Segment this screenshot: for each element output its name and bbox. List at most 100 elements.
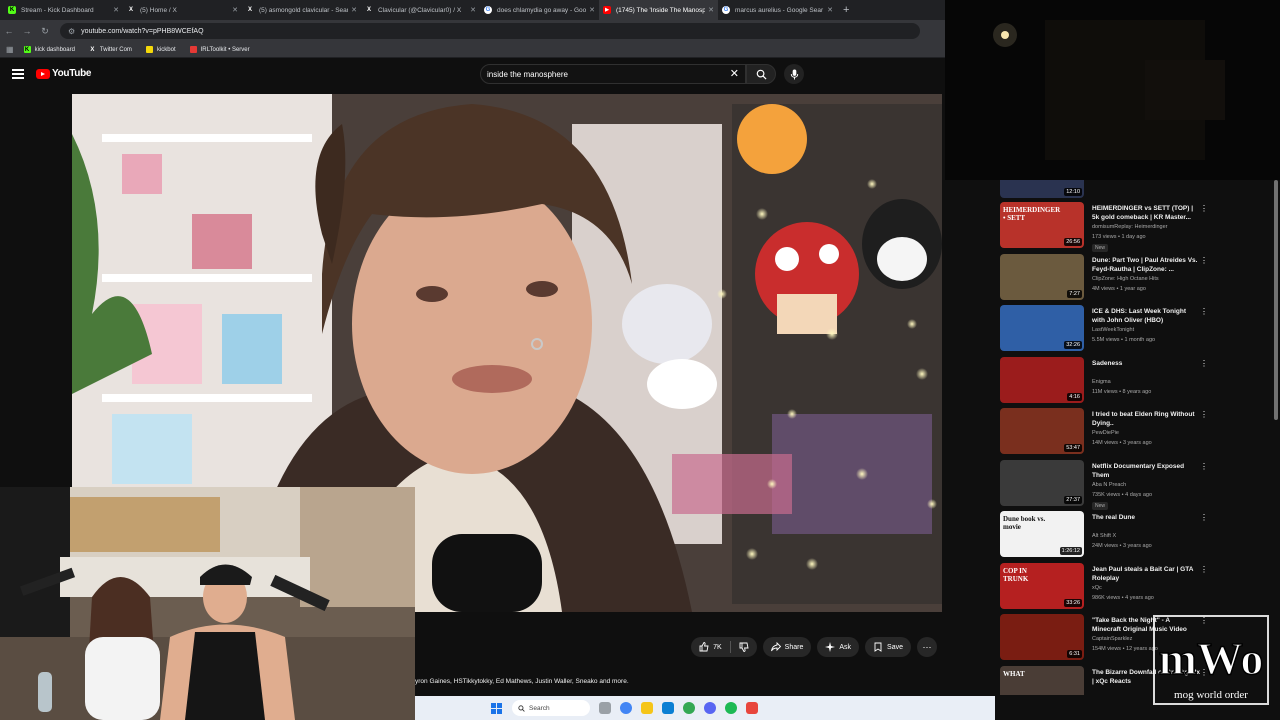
more-vertical-icon[interactable]: ⋮ xyxy=(1200,513,1208,522)
browser-tab[interactable]: ▶ (1745) The 'Inside The Manosp ✕ xyxy=(599,0,718,20)
more-vertical-icon[interactable]: ⋮ xyxy=(1200,204,1208,213)
video-thumbnail[interactable]: WHAT xyxy=(1000,665,1084,695)
close-tab-icon[interactable]: ✕ xyxy=(827,6,833,14)
spotify-icon[interactable] xyxy=(725,702,737,714)
video-thumbnail[interactable]: 53:47 xyxy=(1000,408,1084,454)
files-icon[interactable] xyxy=(599,702,611,714)
channel-name[interactable]: domisumReplay: Heimerdinger xyxy=(1092,224,1168,230)
bookmark-item[interactable]: kickbot xyxy=(145,46,176,53)
reload-icon[interactable]: ↻ xyxy=(36,26,54,37)
recommended-video[interactable]: ROBERT PATTIN12:10320K views • 1 day ago… xyxy=(1000,180,1270,198)
video-title[interactable]: Sadeness xyxy=(1092,359,1200,368)
video-duration: 6:31 xyxy=(1067,650,1082,658)
video-thumbnail[interactable]: 27:37 xyxy=(1000,459,1084,506)
channel-name[interactable]: ClipZone: High Octane Hits xyxy=(1092,276,1159,282)
video-thumbnail[interactable]: 6:31 xyxy=(1000,614,1084,660)
edge-icon[interactable] xyxy=(662,702,674,714)
chrome-icon[interactable] xyxy=(620,702,632,714)
channel-name[interactable]: LastWeekTonight xyxy=(1092,327,1134,333)
close-tab-icon[interactable]: ✕ xyxy=(351,6,357,14)
video-thumbnail[interactable]: ROBERT PATTIN12:10 xyxy=(1000,180,1084,198)
site-info-icon[interactable]: ⚙ xyxy=(68,27,75,36)
bookmark-item[interactable]: X Twitter Com xyxy=(89,46,132,53)
irltoolkit-icon xyxy=(189,46,197,53)
more-actions-button[interactable]: ⋯ xyxy=(917,637,937,657)
recommended-video[interactable]: COP IN TRUNK 33:26 Jean Paul steals a Bait… xyxy=(1000,562,1270,609)
close-tab-icon[interactable]: ✕ xyxy=(470,6,476,14)
like-button[interactable]: 7K xyxy=(691,637,757,657)
new-tab-button[interactable]: + xyxy=(843,4,849,16)
chrome-icon[interactable] xyxy=(683,702,695,714)
more-vertical-icon[interactable]: ⋮ xyxy=(1200,359,1208,368)
app-icon[interactable] xyxy=(746,702,758,714)
close-tab-icon[interactable]: ✕ xyxy=(113,6,119,14)
browser-tab[interactable]: Gmarcus aurelius - Google Sear ✕ xyxy=(718,0,837,20)
video-title[interactable]: Netflix Documentary Exposed Them xyxy=(1092,462,1200,480)
browser-tab-label: does chlamydia go away - Goo xyxy=(497,6,587,14)
recommended-video[interactable]: 32:26 ICE & DHS: Last Week Tonight with J… xyxy=(1000,305,1270,351)
browser-tab[interactable]: Gdoes chlamydia go away - Goo ✕ xyxy=(480,0,599,20)
browser-tab[interactable]: K Stream - Kick Dashboard ✕ xyxy=(4,0,123,20)
share-button[interactable]: Share xyxy=(762,637,812,657)
channel-name[interactable]: PewDiePie xyxy=(1092,430,1119,436)
close-tab-icon[interactable]: ✕ xyxy=(589,6,595,14)
channel-name[interactable]: Alt Shift X xyxy=(1092,533,1116,539)
video-thumbnail[interactable]: 32:26 xyxy=(1000,305,1084,351)
video-title[interactable]: Dune: Part Two | Paul Atreides Vs. Feyd-… xyxy=(1092,256,1200,274)
sidebar-scrollbar[interactable] xyxy=(1274,180,1278,420)
channel-name[interactable]: Aba N Preach xyxy=(1092,482,1126,488)
more-vertical-icon[interactable]: ⋮ xyxy=(1200,410,1208,419)
close-tab-icon[interactable]: ✕ xyxy=(708,6,714,14)
video-thumbnail[interactable]: 7:27 xyxy=(1000,253,1084,300)
bookmark-item[interactable]: Kkick dashboard xyxy=(23,46,75,53)
video-title[interactable]: I tried to beat Elden Ring Without Dying… xyxy=(1092,410,1200,428)
clear-search-icon[interactable]: ✕ xyxy=(730,67,739,80)
video-thumbnail[interactable]: HEIMERDINGER • SETT 26:56 xyxy=(1000,202,1084,248)
channel-name[interactable]: Enigma xyxy=(1092,379,1111,385)
recommended-video[interactable]: 4:16 Sadeness Enigma 11M views • 8 years ag… xyxy=(1000,356,1270,403)
forward-icon[interactable]: → xyxy=(18,26,36,36)
browser-tab[interactable]: X Clavicular (@Clavicular0) / X ✕ xyxy=(361,0,480,20)
video-title[interactable]: HEIMERDINGER vs SETT (TOP) | 5k gold com… xyxy=(1092,204,1200,222)
folder-icon[interactable] xyxy=(641,702,653,714)
close-tab-icon[interactable]: ✕ xyxy=(232,6,238,14)
thumbs-down-icon[interactable] xyxy=(739,642,749,652)
recommended-video[interactable]: 7:27 Dune: Part Two | Paul Atreides Vs. F… xyxy=(1000,253,1270,300)
browser-tab[interactable]: X (5) asmongold clavicular - Sear ✕ xyxy=(242,0,361,20)
x-icon: X xyxy=(128,7,133,13)
hamburger-menu-icon[interactable] xyxy=(12,69,24,79)
recommended-video[interactable]: 53:47 I tried to beat Elden Ring Without … xyxy=(1000,408,1270,454)
more-vertical-icon[interactable]: ⋮ xyxy=(1200,307,1208,316)
youtube-logo[interactable]: YouTube xyxy=(36,68,92,79)
save-button[interactable]: Save xyxy=(865,637,911,657)
video-thumbnail[interactable]: Dune book vs. movie 1:26:12 xyxy=(1000,511,1084,557)
channel-name[interactable]: CaptainSparklez xyxy=(1092,636,1132,642)
video-title[interactable]: Jean Paul steals a Bait Car | GTA Rolepl… xyxy=(1092,565,1200,583)
video-description[interactable]: yron Gaines, HSTikkytokky, Ed Mathews, J… xyxy=(415,678,945,685)
browser-tab[interactable]: X (5) Home / X ✕ xyxy=(123,0,242,20)
search-input[interactable]: inside the manosphere ✕ xyxy=(480,64,746,84)
ask-button[interactable]: Ask xyxy=(817,637,860,657)
more-vertical-icon[interactable]: ⋮ xyxy=(1200,256,1208,265)
windows-start-icon[interactable] xyxy=(491,702,502,714)
new-badge: New xyxy=(1092,501,1109,510)
voice-search-button[interactable] xyxy=(784,64,804,84)
video-title[interactable]: ICE & DHS: Last Week Tonight with John O… xyxy=(1092,307,1200,325)
address-bar[interactable]: ⚙ youtube.com/watch?v=pPHB8WCEfAQ xyxy=(60,23,920,39)
search-button[interactable] xyxy=(746,64,776,84)
more-vertical-icon[interactable]: ⋮ xyxy=(1200,462,1208,471)
video-thumbnail[interactable]: COP IN TRUNK 33:26 xyxy=(1000,562,1084,609)
recommended-video[interactable]: 27:37 Netflix Documentary Exposed Them Aba… xyxy=(1000,459,1270,510)
taskbar-search[interactable]: Search xyxy=(512,700,590,716)
video-title[interactable]: The real Dune xyxy=(1092,513,1200,522)
back-icon[interactable]: ← xyxy=(0,26,18,36)
recommended-video[interactable]: HEIMERDINGER • SETT 26:56 HEIMERDINGER vs … xyxy=(1000,202,1270,252)
discord-icon[interactable] xyxy=(704,702,716,714)
bookmark-item[interactable]: IRLToolkit • Server xyxy=(189,46,250,53)
apps-icon[interactable]: ▦ xyxy=(6,45,14,54)
more-vertical-icon[interactable]: ⋮ xyxy=(1200,565,1208,574)
channel-name[interactable]: xQc xyxy=(1092,585,1102,591)
video-thumbnail[interactable]: 4:16 xyxy=(1000,356,1084,403)
browser-tab-label: (5) Home / X xyxy=(140,6,177,14)
recommended-video[interactable]: Dune book vs. movie 1:26:12 The real Dune A… xyxy=(1000,511,1270,557)
